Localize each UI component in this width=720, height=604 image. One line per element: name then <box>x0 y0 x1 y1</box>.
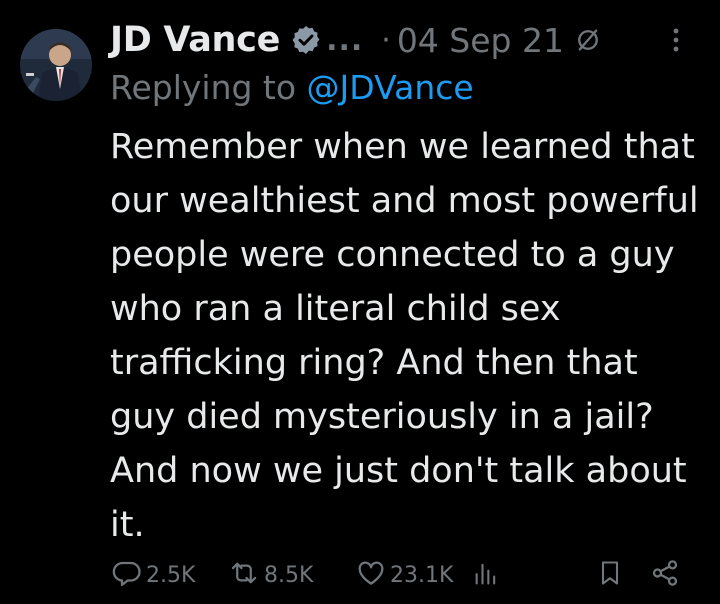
replying-to-prefix: Replying to <box>110 68 307 107</box>
repost-count: 8.5K <box>264 562 314 588</box>
tweet[interactable]: JD Vance ... · 04 Sep 21 Replying to @JD… <box>0 0 720 604</box>
reply-count: 2.5K <box>146 562 196 588</box>
author-name[interactable]: JD Vance <box>110 20 280 60</box>
action-bar: 2.5K 8.5K 23.1K <box>112 556 700 594</box>
avatar[interactable] <box>20 29 92 101</box>
verified-badge-icon <box>290 24 322 56</box>
share-icon <box>650 558 680 592</box>
visibility-icon <box>574 26 602 54</box>
heart-icon <box>356 558 386 592</box>
like-count: 23.1K <box>390 562 454 588</box>
tweet-header: JD Vance ... · 04 Sep 21 <box>110 14 700 66</box>
views-button[interactable] <box>472 556 500 594</box>
like-button[interactable]: 23.1K <box>356 556 453 594</box>
share-button[interactable] <box>650 556 680 594</box>
replying-to: Replying to @JDVance <box>110 68 474 107</box>
repost-button[interactable]: 8.5K <box>228 556 313 594</box>
more-options-icon[interactable] <box>666 24 686 56</box>
header-separator: · <box>381 22 391 58</box>
tweet-date[interactable]: 04 Sep 21 <box>397 21 564 60</box>
bookmark-icon <box>596 558 624 592</box>
tweet-text: Remember when we learned that our wealth… <box>110 127 699 545</box>
replying-to-handle[interactable]: @JDVance <box>307 68 474 107</box>
bookmark-button[interactable] <box>596 556 624 594</box>
reply-icon <box>112 558 142 592</box>
repost-icon <box>228 558 260 592</box>
reply-button[interactable]: 2.5K <box>112 556 195 594</box>
views-chart-icon <box>472 558 500 592</box>
name-truncation: ... <box>326 22 364 58</box>
